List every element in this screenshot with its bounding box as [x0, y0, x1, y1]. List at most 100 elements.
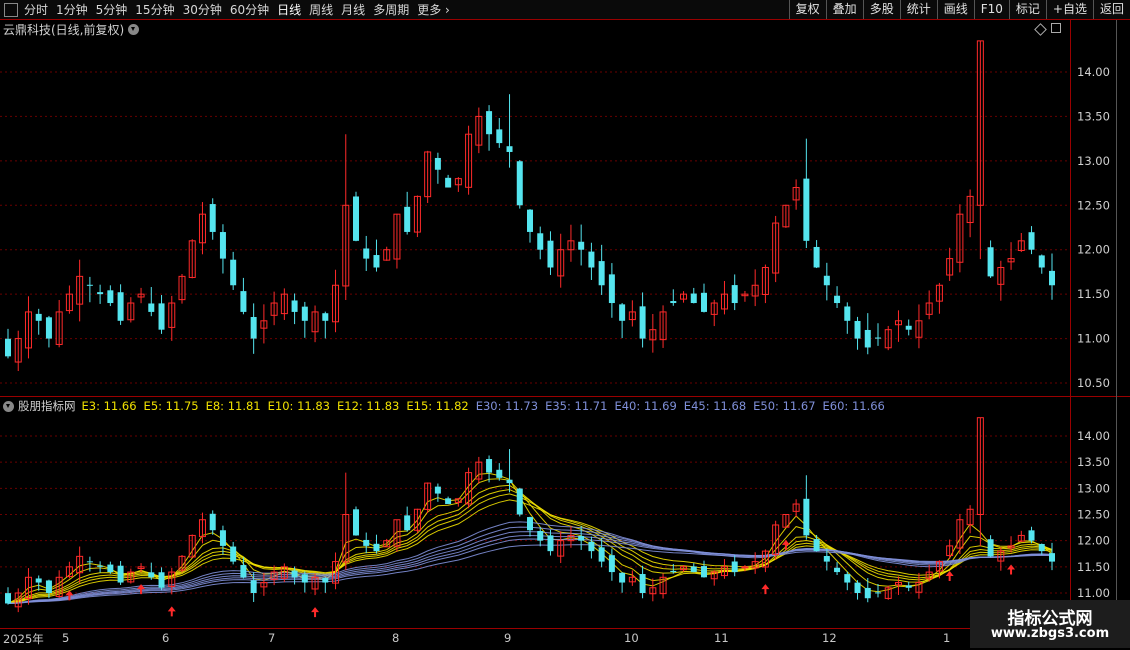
y-tick-ind-5: 11.50 [1077, 560, 1110, 574]
main-candle-body-24 [250, 317, 257, 339]
ind-candle-body-52 [537, 530, 544, 541]
main-candle-body-67 [690, 293, 697, 304]
layout-icon[interactable] [4, 2, 18, 17]
ema-line-12 [7, 493, 1053, 604]
main-candle-body-86 [884, 329, 892, 349]
ema-line-40 [7, 531, 1053, 604]
ind-candle-body-42 [434, 486, 441, 494]
ind-candle-body-65 [670, 570, 677, 573]
main-candle-body-57 [588, 251, 595, 268]
ind-candle-body-92 [946, 545, 954, 557]
ema-legend-e40: E40: 11.69 [614, 399, 677, 413]
main-candle-body-73 [751, 284, 759, 297]
main-candle-body-11 [117, 292, 124, 321]
y-tick-main-5: 11.50 [1077, 287, 1110, 301]
toolbar-button-6[interactable]: 标记 [1008, 0, 1046, 19]
tab-0[interactable]: 分时 [24, 1, 48, 18]
ema-legend-e3: E3: 11.66 [81, 399, 137, 413]
tab-10[interactable]: 更多 › [417, 1, 450, 18]
buy-arrow-icon-1 [137, 584, 146, 595]
chevron-down-icon[interactable] [128, 24, 140, 35]
ind-candle-body-38 [393, 519, 401, 547]
window-icon[interactable] [1051, 23, 1061, 33]
tab-4[interactable]: 30分钟 [183, 1, 222, 18]
ind-candle-body-12 [127, 571, 135, 583]
main-candle-body-76 [782, 204, 790, 228]
main-candle-body-55 [567, 240, 575, 251]
toolbar-button-8[interactable]: 返回 [1092, 0, 1130, 19]
ind-candle-body-9 [97, 565, 104, 567]
tab-9[interactable]: 多周期 [373, 1, 409, 18]
toolbar-button-5[interactable]: F10 [973, 0, 1009, 19]
ind-candle-body-97 [997, 550, 1005, 562]
indicator-name: 股朋指标网 [18, 399, 76, 413]
diamond-icon[interactable] [1034, 23, 1047, 36]
ind-candle-body-85 [875, 592, 881, 594]
y-tick-main-7: 10.50 [1077, 376, 1110, 390]
x-tick-6: 10 [624, 631, 639, 645]
ind-candle-body-94 [966, 508, 974, 526]
toolbar-button-1[interactable]: 叠加 [825, 0, 863, 19]
main-candle-body-80 [823, 275, 830, 286]
main-candle-body-75 [772, 222, 780, 274]
toolbar-button-2[interactable]: 多股 [862, 0, 900, 19]
ind-candle-body-86 [884, 587, 892, 599]
ind-candle-body-20 [209, 513, 216, 531]
ind-candle-body-80 [823, 556, 830, 562]
main-candle-body-79 [813, 246, 820, 268]
tab-6[interactable]: 日线 [277, 1, 301, 18]
main-candle-body-14 [148, 303, 155, 312]
stock-title: 云鼎科技(日线,前复权) [3, 23, 125, 37]
toolbar-button-7[interactable]: +自选 [1045, 0, 1093, 19]
main-candle-body-33 [342, 204, 350, 287]
main-candle-body-96 [987, 247, 994, 277]
ind-candle-body-16 [168, 571, 176, 587]
tab-8[interactable]: 月线 [341, 1, 365, 18]
main-candle-body-34 [353, 196, 359, 241]
tab-2[interactable]: 5分钟 [96, 1, 128, 18]
main-candle-body-7 [76, 275, 84, 305]
buy-arrow-icon-0 [65, 590, 74, 601]
ema-line-35 [7, 526, 1053, 604]
timeframe-tabs: 分时 1分钟 5分钟 15分钟 30分钟 60分钟 日线 周线 月线 多周期 更多 › [0, 0, 458, 19]
main-candle-body-98 [1007, 258, 1015, 263]
ema-line-60 [7, 544, 1053, 604]
buy-arrow-icon-2 [167, 606, 176, 617]
main-candle-body-46 [475, 115, 483, 146]
main-candle-body-5 [55, 311, 63, 345]
ind-candle-body-76 [782, 514, 790, 528]
main-candle-body-63 [649, 329, 657, 341]
tab-7[interactable]: 周线 [309, 1, 333, 18]
x-tick-4: 8 [392, 631, 400, 645]
ind-candle-body-77 [792, 503, 800, 512]
main-chart-controls [1034, 23, 1061, 36]
chevron-down-icon[interactable] [3, 400, 14, 412]
tab-1[interactable]: 1分钟 [56, 1, 88, 18]
main-chart-title: 云鼎科技(日线,前复权) [3, 21, 140, 38]
y-tick-ind-3: 12.50 [1077, 508, 1110, 522]
ind-candle-body-17 [178, 555, 186, 571]
ind-candle-body-66 [680, 566, 688, 571]
ind-candle-body-98 [1007, 545, 1015, 549]
ind-candle-body-47 [486, 459, 493, 473]
main-candle-body-49 [506, 146, 513, 152]
x-tick-5: 9 [504, 631, 512, 645]
ind-candle-body-44 [454, 498, 462, 503]
toolbar-button-0[interactable]: 复权 [788, 0, 826, 19]
ind-candle-body-99 [1017, 534, 1025, 542]
ind-candle-body-28 [291, 570, 298, 578]
ind-candle-body-39 [404, 515, 411, 531]
ema-legend-e60: E60: 11.66 [822, 399, 885, 413]
main-candle-body-51 [527, 209, 533, 232]
toolbar-button-3[interactable]: 统计 [899, 0, 937, 19]
tab-5[interactable]: 60分钟 [230, 1, 269, 18]
y-tick-ind-2: 13.00 [1077, 481, 1110, 495]
toolbar-button-4[interactable]: 画线 [936, 0, 974, 19]
main-candle-body-90 [925, 302, 933, 315]
main-candle-body-45 [465, 133, 473, 188]
ind-candle-body-37 [383, 540, 391, 548]
ema-line-10 [7, 489, 1053, 604]
main-candle-body-16 [168, 302, 176, 328]
tab-3[interactable]: 15分钟 [135, 1, 174, 18]
main-candle-body-28 [291, 300, 298, 312]
